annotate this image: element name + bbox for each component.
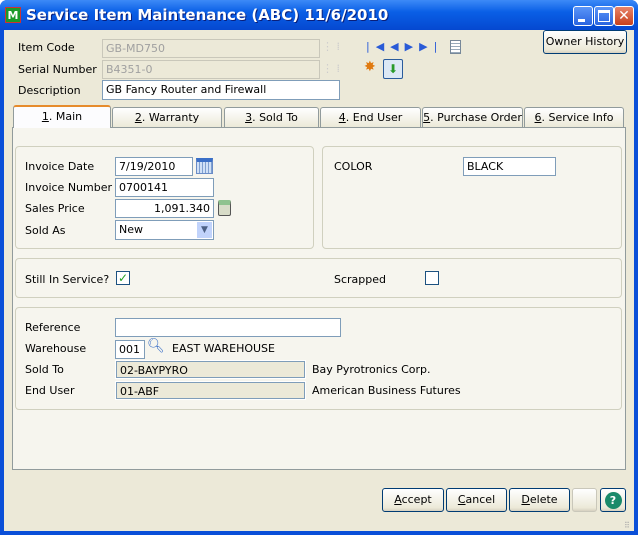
lookup-icon-disabled: ⋮ ⁞ — [322, 62, 340, 75]
sold-to-label: Sold To — [25, 363, 64, 376]
warehouse-label: Warehouse — [25, 342, 87, 355]
maximize-button[interactable] — [594, 6, 614, 26]
invoice-number-field[interactable]: 0700141 — [115, 178, 214, 197]
end-user-label: End User — [25, 384, 75, 397]
lookup-icon-disabled: ⋮ ⁞ — [322, 40, 340, 53]
description-field[interactable]: GB Fancy Router and Firewall — [102, 80, 340, 100]
chevron-down-icon[interactable]: ▼ — [197, 222, 212, 238]
app-icon: M — [5, 7, 21, 23]
window-body: Owner History Item Code GB-MD750 Serial … — [4, 30, 634, 531]
invoice-date-field[interactable]: 7/19/2010 — [115, 157, 193, 176]
previous-record-icon[interactable]: ◀ — [390, 40, 404, 53]
color-label: COLOR — [334, 160, 373, 173]
sold-to-name: Bay Pyrotronics Corp. — [312, 363, 431, 376]
search-icon[interactable]: 🔍︎ — [147, 339, 165, 353]
first-record-icon[interactable]: |◀ — [366, 40, 390, 53]
close-button[interactable]: ✕ — [614, 6, 634, 26]
calendar-icon[interactable] — [196, 158, 213, 174]
reference-label: Reference — [25, 321, 81, 334]
next-record-icon[interactable]: ▶ — [405, 40, 419, 53]
cancel-button[interactable]: Cancel — [446, 488, 507, 512]
color-field[interactable]: BLACK — [463, 157, 556, 176]
record-navigation: |◀◀▶▶| — [366, 41, 443, 53]
owner-history-button[interactable]: Owner History — [543, 30, 627, 54]
last-record-icon[interactable]: ▶| — [419, 40, 443, 53]
title-bar[interactable]: M Service Item Maintenance (ABC) 11/6/20… — [0, 0, 638, 30]
still-in-service-label: Still In Service? — [25, 273, 110, 286]
minimize-button[interactable] — [573, 6, 593, 26]
close-icon: ✕ — [618, 8, 630, 24]
warehouse-field[interactable]: 001 — [115, 340, 145, 359]
tab-end-user[interactable]: 4. End User — [320, 107, 421, 127]
import-icon[interactable]: ⬇ — [383, 59, 403, 79]
warehouse-name: EAST WAREHOUSE — [172, 342, 275, 355]
window-title: Service Item Maintenance (ABC) 11/6/2010 — [26, 6, 389, 24]
reference-field[interactable] — [115, 318, 341, 337]
description-label: Description — [18, 84, 81, 97]
still-in-service-checkbox[interactable]: ✓ — [116, 271, 130, 285]
window: M Service Item Maintenance (ABC) 11/6/20… — [0, 0, 638, 535]
invoice-date-label: Invoice Date — [25, 160, 95, 173]
end-user-field: 01-ABF — [115, 381, 306, 400]
sales-price-label: Sales Price — [25, 202, 85, 215]
serial-number-label: Serial Number — [18, 63, 97, 76]
serial-number-field[interactable]: B4351-0 — [102, 60, 320, 79]
item-code-label: Item Code — [18, 41, 75, 54]
calculator-icon[interactable] — [218, 200, 231, 216]
item-code-field[interactable]: GB-MD750 — [102, 39, 320, 58]
end-user-name: American Business Futures — [312, 384, 461, 397]
sold-as-value: New — [119, 223, 143, 236]
help-icon: ? — [604, 492, 622, 509]
wizard-icon[interactable]: ✸ — [364, 60, 376, 74]
tab-warranty[interactable]: 2. Warranty — [112, 107, 222, 127]
sold-as-select[interactable]: New ▼ — [115, 220, 214, 240]
memo-icon[interactable] — [450, 40, 461, 54]
tab-purchase-order[interactable]: 5. Purchase Order — [422, 107, 523, 127]
sold-as-label: Sold As — [25, 224, 66, 237]
scrapped-checkbox[interactable] — [425, 271, 439, 285]
tab-main[interactable]: 1. Main — [13, 105, 111, 128]
invoice-number-label: Invoice Number — [25, 181, 113, 194]
sold-to-field: 02-BAYPYRO — [115, 360, 306, 379]
tab-service-info[interactable]: 6. Service Info — [524, 107, 624, 127]
disabled-button[interactable] — [572, 488, 597, 512]
resize-grip-icon[interactable]: ⠿ — [624, 520, 630, 532]
tab-sold-to[interactable]: 3. Sold To — [224, 107, 319, 127]
delete-button[interactable]: Delete — [509, 488, 570, 512]
sales-price-field[interactable]: 1,091.340 — [115, 199, 214, 218]
scrapped-label: Scrapped — [334, 273, 387, 286]
accept-button[interactable]: Accept — [382, 488, 444, 512]
help-button[interactable]: ? — [600, 488, 626, 512]
